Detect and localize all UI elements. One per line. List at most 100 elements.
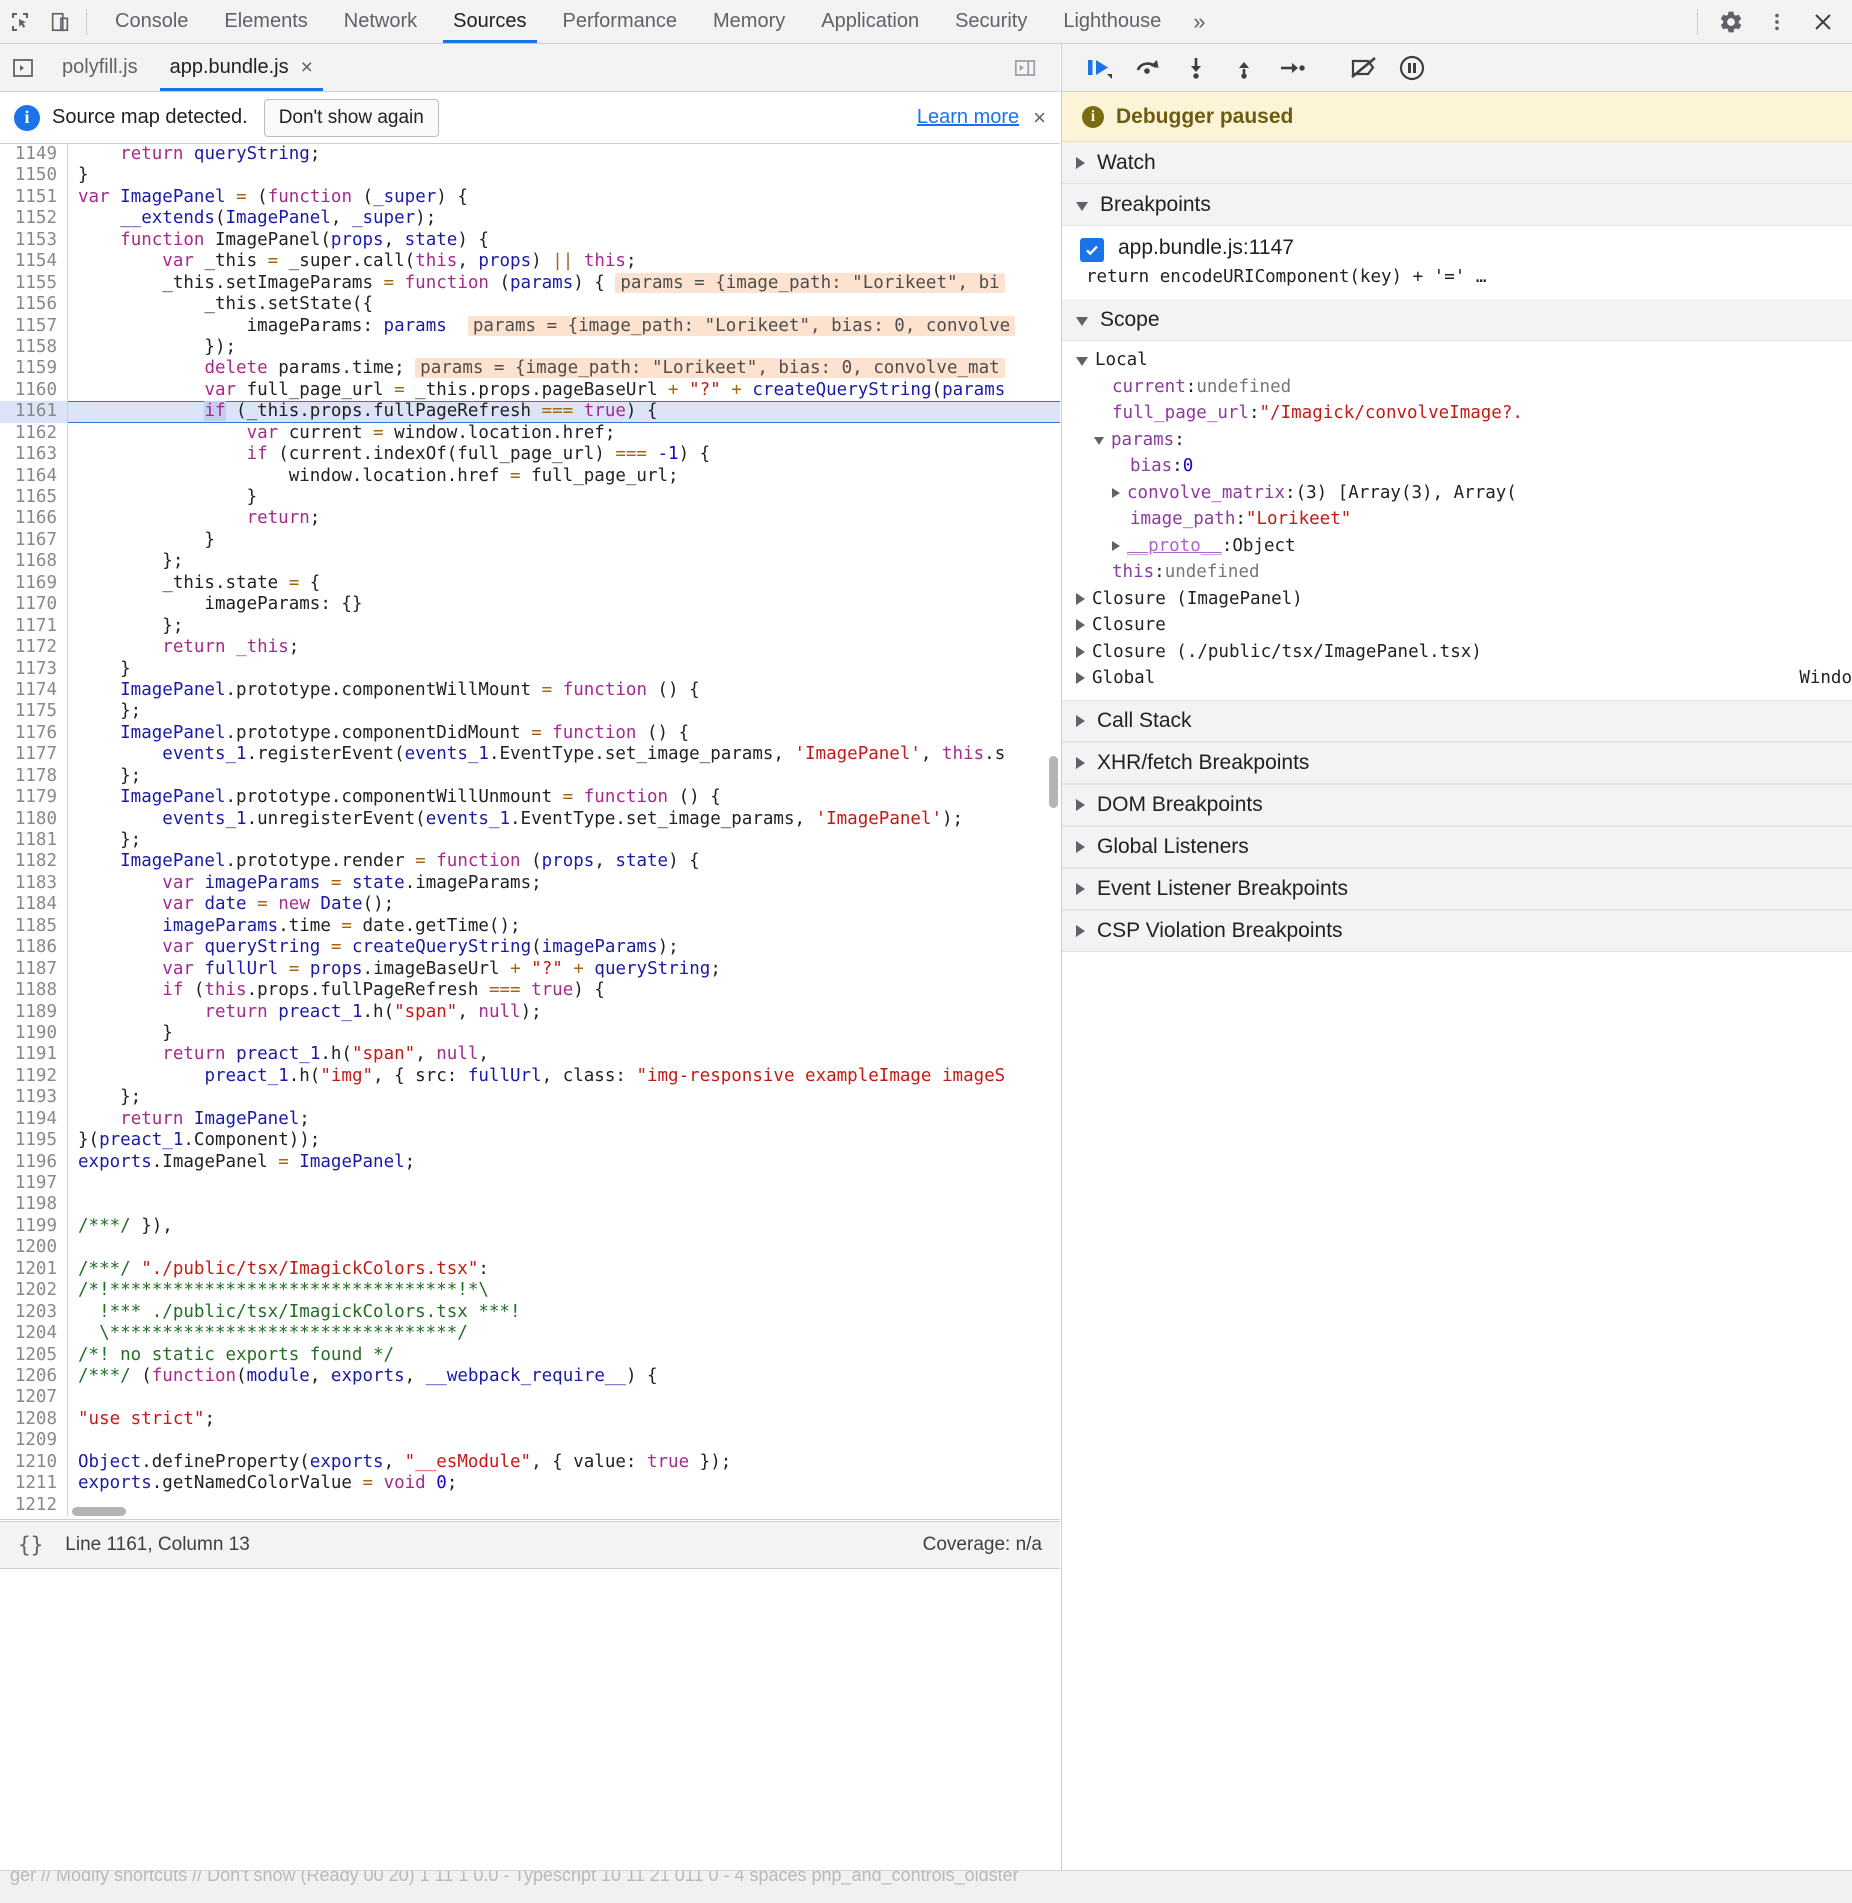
sidebar-section-watch[interactable]: Watch [1062, 142, 1852, 184]
dont-show-again-button[interactable]: Don't show again [263, 98, 439, 137]
code-line[interactable]: 1149 return queryString; [0, 144, 1060, 166]
step-into-icon[interactable] [1172, 46, 1220, 90]
code-line[interactable]: 1167 } [0, 529, 1060, 552]
breakpoint-checkbox[interactable] [1080, 238, 1104, 262]
scope-property-row[interactable]: this: undefined [1062, 559, 1852, 586]
kebab-menu-icon[interactable] [1754, 2, 1800, 42]
line-number[interactable]: 1177 [0, 744, 68, 766]
breakpoint-item[interactable]: app.bundle.js:1147 [1062, 226, 1852, 262]
tab-memory[interactable]: Memory [695, 0, 803, 43]
code-line[interactable]: 1210 Object.defineProperty(exports, "__es… [0, 1451, 1060, 1474]
line-number[interactable]: 1182 [0, 851, 68, 873]
deactivate-breakpoints-icon[interactable] [1340, 46, 1388, 90]
code-line[interactable]: 1161 if (_this.props.fullPageRefresh ===… [0, 401, 1060, 423]
scope-property-row[interactable]: full_page_url: "/Imagick/convolveImage?. [1062, 400, 1852, 427]
code-line[interactable]: 1173 } [0, 658, 1060, 680]
code-line[interactable]: 1203 !*** ./public/tsx/ImagickColors.tsx… [0, 1301, 1060, 1324]
tab-lighthouse[interactable]: Lighthouse [1045, 0, 1179, 43]
code-line[interactable]: 1199/***/ }), [0, 1215, 1060, 1238]
code-line[interactable]: 1151 var ImagePanel = (function (_super) … [0, 186, 1060, 209]
sidebar-section-dom-breakpoints[interactable]: DOM Breakpoints [1062, 783, 1852, 826]
code-line[interactable]: 1193 }; [0, 1087, 1060, 1109]
line-number[interactable]: 1173 [0, 658, 68, 680]
line-number[interactable]: 1192 [0, 1065, 68, 1088]
code-line[interactable]: 1157 imageParams: params params = {image… [0, 315, 1060, 337]
line-number[interactable]: 1207 [0, 1387, 68, 1409]
device-toolbar-icon[interactable] [40, 2, 80, 42]
line-number[interactable]: 1150 [0, 165, 68, 187]
line-number[interactable]: 1211 [0, 1473, 68, 1495]
line-number[interactable]: 1187 [0, 958, 68, 981]
learn-more-link[interactable]: Learn more [917, 106, 1019, 129]
sidebar-section-global-listeners[interactable]: Global Listeners [1062, 825, 1852, 868]
line-number[interactable]: 1205 [0, 1344, 68, 1366]
tab-console[interactable]: Console [97, 0, 206, 43]
code-line[interactable]: 1166 return; [0, 508, 1060, 530]
sidebar-section-scope[interactable]: Scope [1062, 299, 1852, 341]
code-line[interactable]: 1155 _this.setImageParams = function (pa… [0, 272, 1060, 295]
code-line[interactable]: 1174 ImagePanel.prototype.componentWillM… [0, 679, 1060, 702]
line-number[interactable]: 1185 [0, 915, 68, 938]
scope-property-row[interactable]: bias: 0 [1062, 453, 1852, 480]
code-line[interactable]: 1182 ImagePanel.prototype.render = funct… [0, 851, 1060, 873]
code-line[interactable]: 1212 [0, 1494, 1060, 1516]
code-line[interactable]: 1165 } [0, 487, 1060, 509]
tab-sources[interactable]: Sources [435, 0, 544, 43]
code-line[interactable]: 1177 events_1.registerEvent(events_1.Eve… [0, 744, 1060, 766]
line-number[interactable]: 1191 [0, 1044, 68, 1066]
code-line[interactable]: 1154 var _this = _super.call(this, props… [0, 251, 1060, 273]
code-line[interactable]: 1195}(preact_1.Component)); [0, 1130, 1060, 1152]
code-line[interactable]: 1201/***/ "./public/tsx/ImagickColors.ts… [0, 1258, 1060, 1281]
line-number[interactable]: 1194 [0, 1108, 68, 1131]
code-line[interactable]: 1196 exports.ImagePanel = ImagePanel; [0, 1151, 1060, 1173]
line-number[interactable]: 1186 [0, 937, 68, 959]
code-line[interactable]: 1156 _this.setState({ [0, 294, 1060, 316]
tab-application[interactable]: Application [803, 0, 937, 43]
code-line[interactable]: 1178 }; [0, 765, 1060, 788]
line-number[interactable]: 1169 [0, 572, 68, 595]
gear-icon[interactable] [1708, 2, 1754, 42]
tab-performance[interactable]: Performance [545, 0, 696, 43]
line-number[interactable]: 1190 [0, 1022, 68, 1045]
code-line[interactable]: 1194 return ImagePanel; [0, 1108, 1060, 1131]
line-number[interactable]: 1189 [0, 1001, 68, 1023]
line-number[interactable]: 1212 [0, 1494, 68, 1516]
code-line[interactable]: 1169 _this.state = { [0, 572, 1060, 595]
line-number[interactable]: 1202 [0, 1280, 68, 1302]
line-number[interactable]: 1172 [0, 637, 68, 659]
line-number[interactable]: 1168 [0, 551, 68, 573]
line-number[interactable]: 1165 [0, 487, 68, 509]
file-tab-polyfill[interactable]: polyfill.js [46, 44, 154, 91]
line-number[interactable]: 1170 [0, 594, 68, 616]
line-number[interactable]: 1184 [0, 894, 68, 916]
code-line[interactable]: 1150} [0, 165, 1060, 187]
code-line[interactable]: 1180 events_1.unregisterEvent(events_1.E… [0, 808, 1060, 830]
sidebar-section-csp-violation-breakpoints[interactable]: CSP Violation Breakpoints [1062, 909, 1852, 952]
line-number[interactable]: 1160 [0, 379, 68, 402]
code-line[interactable]: 1205 /*! no static exports found */ [0, 1344, 1060, 1366]
pause-on-exceptions-icon[interactable] [1388, 46, 1436, 90]
more-tabs-icon[interactable]: » [1179, 9, 1219, 35]
editor-horizontal-scrollbar[interactable] [72, 1507, 126, 1516]
line-number[interactable]: 1203 [0, 1301, 68, 1324]
line-number[interactable]: 1199 [0, 1215, 68, 1238]
line-number[interactable]: 1158 [0, 336, 68, 359]
line-number[interactable]: 1206 [0, 1365, 68, 1388]
line-number[interactable]: 1180 [0, 808, 68, 830]
scope-property-row[interactable]: params: [1062, 427, 1852, 454]
editor-vertical-scrollbar[interactable] [1049, 756, 1058, 808]
code-line[interactable]: 1152 __extends(ImagePanel, _super); [0, 208, 1060, 230]
line-number[interactable]: 1175 [0, 701, 68, 723]
tab-security[interactable]: Security [937, 0, 1045, 43]
code-line[interactable]: 1176 ImagePanel.prototype.componentDidMo… [0, 722, 1060, 745]
inspect-element-icon[interactable] [0, 2, 40, 42]
code-line[interactable]: 1153 function ImagePanel(props, state) { [0, 229, 1060, 252]
line-number[interactable]: 1176 [0, 722, 68, 745]
line-number[interactable]: 1201 [0, 1258, 68, 1281]
tab-elements[interactable]: Elements [206, 0, 325, 43]
pretty-print-icon[interactable]: {} [18, 1533, 43, 1557]
step-icon[interactable] [1268, 46, 1316, 90]
line-number[interactable]: 1149 [0, 144, 68, 166]
line-number[interactable]: 1161 [0, 401, 68, 423]
line-number[interactable]: 1197 [0, 1173, 68, 1195]
